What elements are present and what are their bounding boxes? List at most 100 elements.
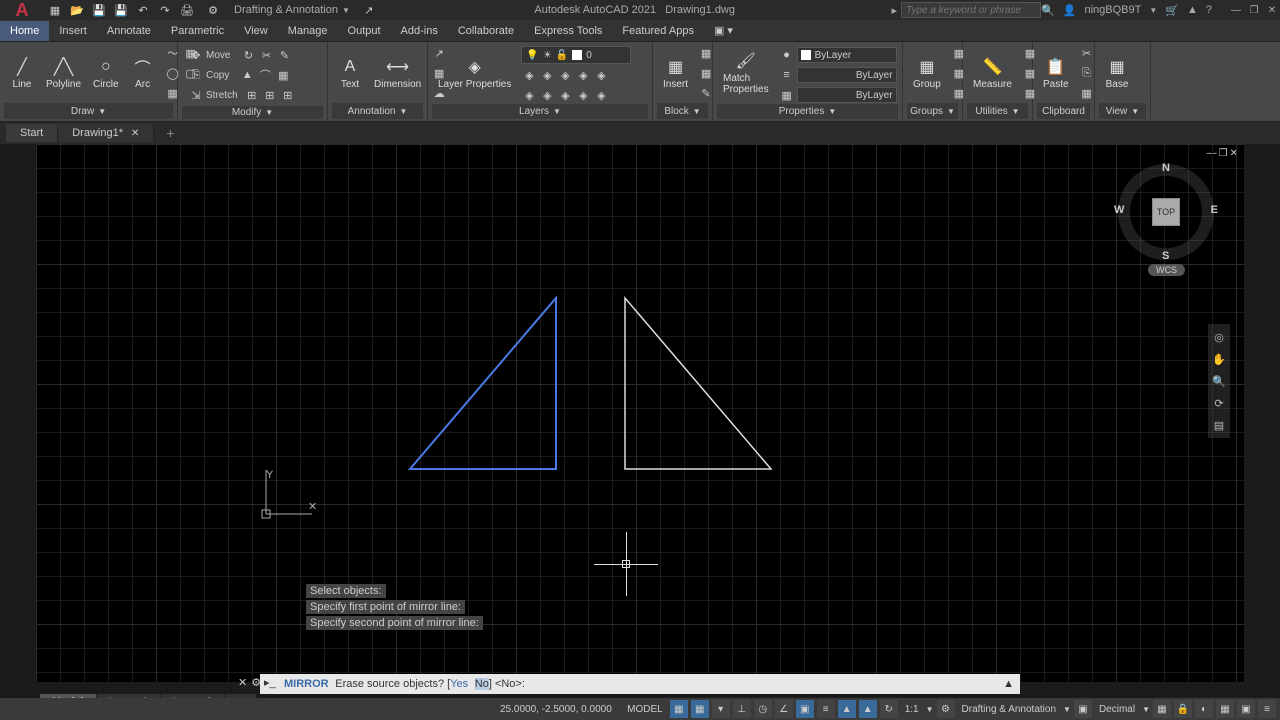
workspace-name[interactable]: Drafting & Annotation (958, 704, 1061, 715)
workspace-dropdown[interactable]: Drafting & Annotation (234, 4, 338, 16)
measure-button[interactable]: 📏Measure (967, 44, 1018, 100)
new-tab-button[interactable]: + (154, 125, 186, 141)
orbit-icon[interactable]: ⟳ (1210, 394, 1228, 412)
anno-monitor-icon[interactable]: ▣ (1074, 700, 1092, 718)
lwt-toggle[interactable]: ▲ (838, 700, 856, 718)
command-line[interactable]: ✕⚙ ▸_ MIRROR Erase source objects? [Yes … (260, 674, 1020, 694)
plot-icon[interactable]: 🖨 (178, 1, 196, 19)
pan-icon[interactable]: ✋ (1210, 350, 1228, 368)
open-icon[interactable]: 📂 (68, 1, 86, 19)
layer-properties-button[interactable]: ◈Layer Properties (432, 44, 517, 100)
stretch-button[interactable]: ⇲Stretch⊞⊞⊞ (184, 86, 300, 104)
file-tab-drawing[interactable]: Drawing1*✕ (58, 124, 154, 142)
color-combo[interactable]: ByLayer (797, 47, 897, 63)
polyline-button[interactable]: ╱╲Polyline (40, 44, 87, 100)
group-button[interactable]: ▦Group (907, 44, 947, 100)
transparency-toggle[interactable]: ▲ (859, 700, 877, 718)
tab-manage[interactable]: Manage (278, 21, 338, 41)
otrack-toggle[interactable]: ≡ (817, 700, 835, 718)
restore-button[interactable]: ❐ (1246, 3, 1262, 17)
cmd-close-icon[interactable]: ✕ (238, 676, 247, 689)
grid-toggle[interactable]: ▦ (670, 700, 688, 718)
polar-toggle[interactable]: ◷ (754, 700, 772, 718)
units-display[interactable]: Decimal (1095, 704, 1139, 715)
ortho-toggle[interactable]: ⊥ (733, 700, 751, 718)
tab-annotate[interactable]: Annotate (97, 21, 161, 41)
tab-express[interactable]: Express Tools (524, 21, 612, 41)
redo-icon[interactable]: ↷ (156, 1, 174, 19)
cmd-customize-icon[interactable]: ⚙ (251, 676, 261, 689)
file-tab-start[interactable]: Start (6, 124, 58, 142)
isolate-icon[interactable]: ◐ (1195, 700, 1213, 718)
search-icon[interactable]: 🔍 (1041, 4, 1055, 17)
tab-addins[interactable]: Add-ins (391, 21, 448, 41)
panel-utilities-title[interactable]: Utilities (975, 106, 1007, 117)
panel-properties-title[interactable]: Properties (779, 106, 825, 117)
layer-combo[interactable]: 💡☀🔓0 (521, 46, 631, 64)
app-logo[interactable]: A (8, 0, 36, 20)
apps-icon[interactable]: ▲ (1187, 4, 1198, 16)
text-button[interactable]: AText (332, 44, 368, 100)
panel-view-title[interactable]: View (1106, 106, 1128, 117)
workspace-icon[interactable]: ⚙ (937, 700, 955, 718)
drawing-canvas[interactable]: — ❐ ✕ ✕ Y X TOP N S W E WCS ◎ ✋ (36, 144, 1244, 682)
isodraft-toggle[interactable]: ∠ (775, 700, 793, 718)
quick-props-icon[interactable]: ▦ (1153, 700, 1171, 718)
panel-layers-title[interactable]: Layers (519, 106, 549, 117)
lineweight-combo[interactable]: ByLayer (797, 67, 897, 83)
tab-parametric[interactable]: Parametric (161, 21, 234, 41)
customize-status-icon[interactable]: ≡ (1258, 700, 1276, 718)
panel-groups-title[interactable]: Groups (910, 106, 943, 117)
cart-icon[interactable]: 🛒 (1165, 4, 1179, 17)
arc-button[interactable]: ⌒Arc (125, 44, 161, 100)
lock-ui-icon[interactable]: 🔒 (1174, 700, 1192, 718)
panel-modify-title[interactable]: Modify (232, 107, 261, 118)
hardware-accel-icon[interactable]: ▦ (1216, 700, 1234, 718)
tab-featured[interactable]: Featured Apps (612, 21, 704, 41)
dimension-button[interactable]: ⟷Dimension (368, 44, 427, 100)
help-icon[interactable]: ? (1206, 4, 1212, 16)
layer-off-icon[interactable]: ◈ (521, 67, 537, 83)
wcs-dropdown[interactable]: WCS (1148, 264, 1185, 276)
copy-button[interactable]: ⎘Copy▲⌒▦ (184, 66, 300, 84)
undo-icon[interactable]: ↶ (134, 1, 152, 19)
tab-extra[interactable]: ▣ ▾ (704, 20, 743, 41)
saveas-icon[interactable]: 💾 (112, 1, 130, 19)
tab-insert[interactable]: Insert (49, 21, 97, 41)
save-icon[interactable]: 💾 (90, 1, 108, 19)
insert-button[interactable]: ▦Insert (657, 44, 694, 100)
user-icon[interactable]: 👤 (1063, 4, 1077, 17)
tab-collaborate[interactable]: Collaborate (448, 21, 524, 41)
clean-screen-icon[interactable]: ▣ (1237, 700, 1255, 718)
line-button[interactable]: ╱Line (4, 44, 40, 100)
osnap-toggle[interactable]: ▣ (796, 700, 814, 718)
showmotion-icon[interactable]: ▤ (1210, 416, 1228, 434)
username[interactable]: ningBQB9T (1084, 4, 1141, 16)
viewcube[interactable]: TOP N S W E WCS (1118, 164, 1214, 260)
linetype-combo[interactable]: ByLayer (797, 87, 897, 103)
new-icon[interactable]: ▦ (46, 1, 64, 19)
steering-wheel-icon[interactable]: ◎ (1210, 328, 1228, 346)
panel-block-title[interactable]: Block (664, 106, 688, 117)
cycling-toggle[interactable]: ↻ (880, 700, 898, 718)
match-properties-button[interactable]: 🖌Match Properties (717, 44, 775, 100)
cmd-expand-icon[interactable]: ▲ (1003, 678, 1014, 690)
option-no[interactable]: No (475, 678, 489, 690)
snap-menu[interactable]: ▾ (712, 700, 730, 718)
move-button[interactable]: ✥Move↻✂✎ (184, 46, 300, 64)
option-yes[interactable]: Yes (450, 678, 468, 690)
model-paper-toggle[interactable]: MODEL (623, 704, 667, 715)
tab-view[interactable]: View (234, 21, 278, 41)
snap-toggle[interactable]: ▦ (691, 700, 709, 718)
anno-scale[interactable]: 1:1 (901, 704, 923, 715)
close-button[interactable]: ✕ (1264, 3, 1280, 17)
zoom-icon[interactable]: 🔍 (1210, 372, 1228, 390)
minimize-button[interactable]: — (1228, 3, 1244, 17)
base-button[interactable]: ▦Base (1099, 44, 1135, 100)
search-input[interactable] (901, 2, 1041, 18)
close-tab-icon[interactable]: ✕ (131, 128, 139, 139)
gear-icon[interactable]: ⚙ (204, 1, 222, 19)
share-icon[interactable]: ↗ (360, 1, 378, 19)
tab-output[interactable]: Output (338, 21, 391, 41)
paste-button[interactable]: 📋Paste (1037, 44, 1075, 100)
